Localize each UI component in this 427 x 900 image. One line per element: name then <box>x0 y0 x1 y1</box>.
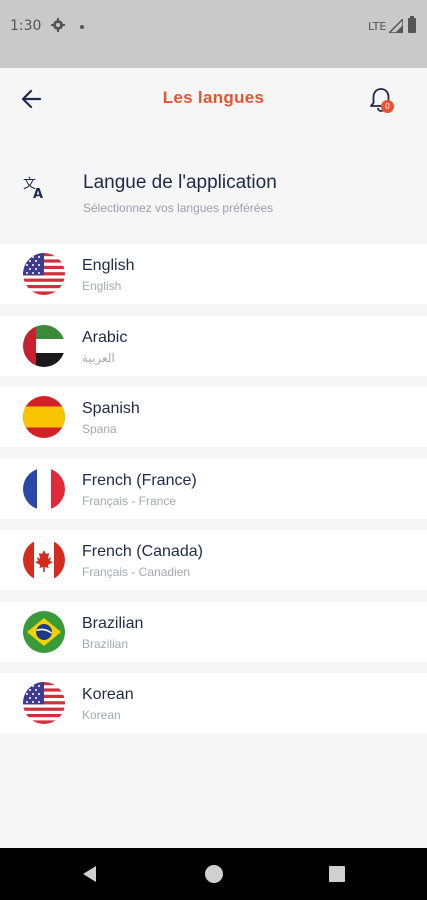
language-name: French (France) <box>82 471 197 489</box>
language-item-english[interactable]: English English <box>0 244 427 304</box>
language-native-name: Français - France <box>82 493 177 508</box>
language-name: Brazilian <box>82 614 144 632</box>
dot-icon <box>80 25 84 29</box>
language-native-name: English <box>82 279 122 293</box>
svg-text:A: A <box>33 187 43 200</box>
nav-recents-icon[interactable] <box>329 866 345 882</box>
page-title: Les langues <box>162 88 265 107</box>
us-flag-icon <box>23 682 65 724</box>
language-item-brazilian[interactable]: Brazilian Brazilian <box>0 601 427 662</box>
uae-flag-icon <box>23 324 65 367</box>
language-native-name: Brazilian <box>82 636 129 651</box>
language-name: French (Canada) <box>82 543 203 560</box>
language-name: Spanish <box>82 400 140 417</box>
app-bar: Les langues <box>0 68 427 130</box>
section-subtitle: Sélectionnez vos langues préférées <box>83 201 274 215</box>
spain-flag-icon <box>23 396 65 438</box>
language-native-name: Français - Canadien <box>82 565 191 579</box>
status-time: 1:30 <box>10 18 42 34</box>
system-nav-bar <box>0 848 427 900</box>
language-name: English <box>82 257 135 274</box>
language-list: English English Arabic العربية Spanish S… <box>0 244 427 745</box>
section-title: Langue de l'application <box>83 172 277 193</box>
canada-flag-icon <box>23 539 65 581</box>
language-item-korean[interactable]: Korean Korean <box>0 673 427 733</box>
translate-icon: 文 A <box>23 177 43 200</box>
language-native-name: Spana <box>82 422 117 436</box>
language-item-french-canada[interactable]: French (Canada) Français - Canadien <box>0 530 427 590</box>
settings-icon <box>51 18 65 32</box>
language-item-french-france[interactable]: French (France) Français - France <box>0 458 427 519</box>
language-native-name: Korean <box>82 708 121 722</box>
language-item-spanish[interactable]: Spanish Spana <box>0 387 427 447</box>
language-name: Arabic <box>82 328 128 346</box>
notification-badge: 0 <box>381 100 394 113</box>
language-native-name: العربية <box>82 350 115 365</box>
france-flag-icon <box>23 467 65 510</box>
status-bar: 1:30 LTE <box>0 0 427 68</box>
language-item-arabic[interactable]: Arabic العربية <box>0 315 427 376</box>
language-name: Korean <box>82 686 134 703</box>
nav-back-icon[interactable] <box>81 865 99 883</box>
battery-icon <box>408 16 416 33</box>
signal-icon <box>389 19 403 33</box>
nav-home-icon[interactable] <box>205 865 223 883</box>
us-flag-icon <box>23 253 65 295</box>
brazil-flag-icon <box>23 610 65 653</box>
network-type: LTE <box>368 20 387 33</box>
section-header: 文 A Langue de l'application Sélectionnez… <box>0 160 427 230</box>
